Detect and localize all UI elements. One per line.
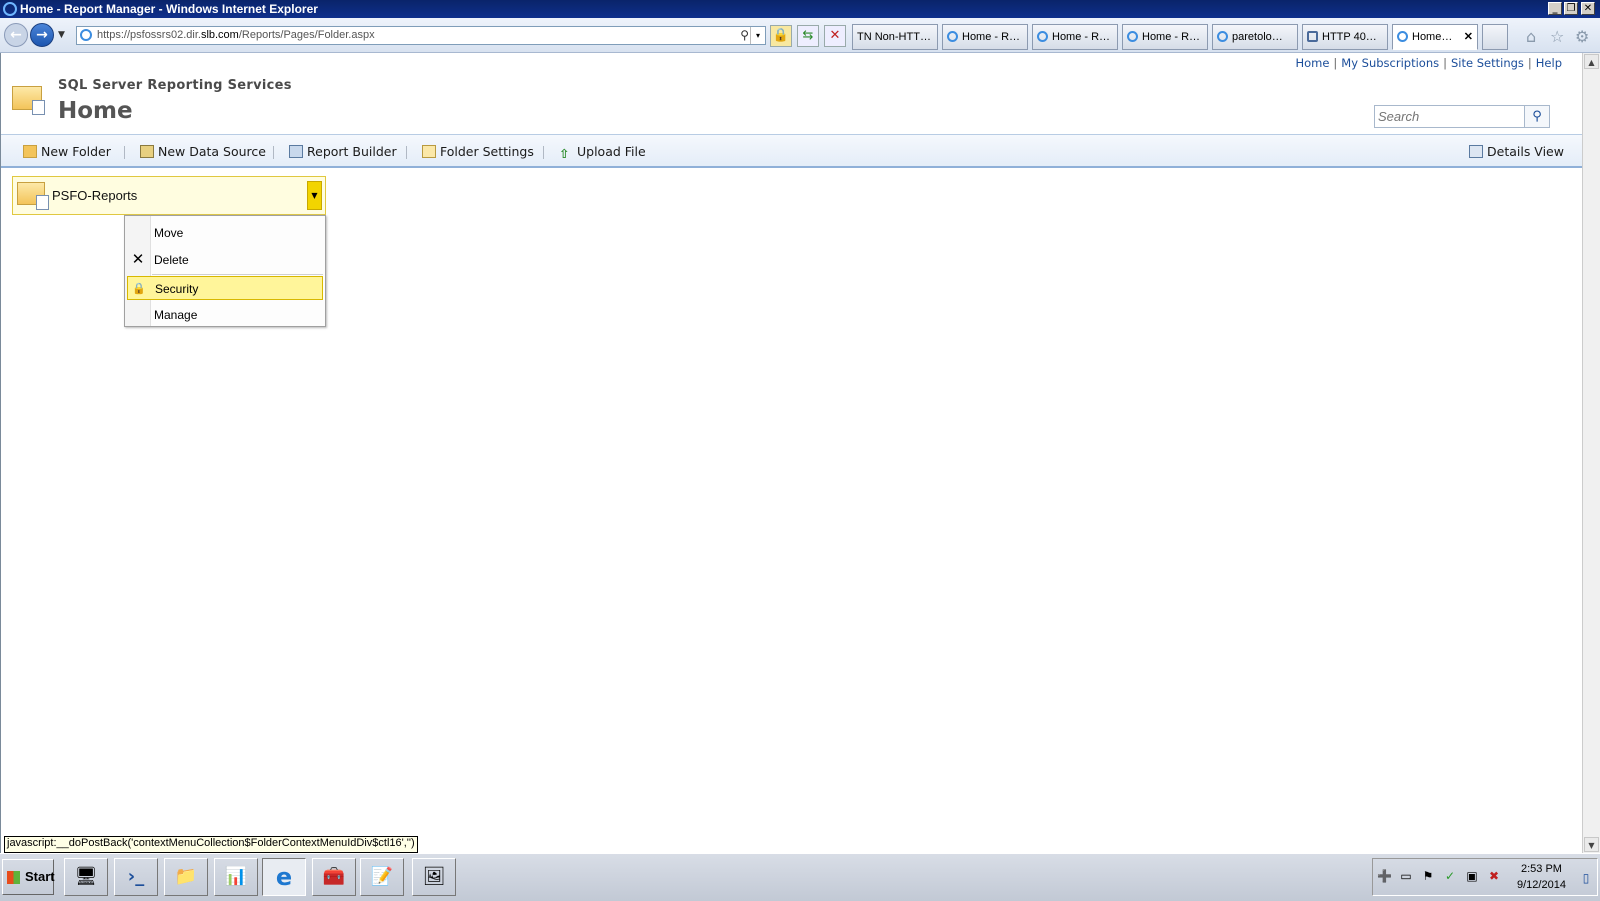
upload-arrow-icon: ⇧ — [559, 146, 570, 161]
server-manager-icon[interactable]: 🖥 — [64, 858, 108, 896]
report-builder-button[interactable]: Report Builder — [289, 144, 397, 159]
close-window-button[interactable]: ✕ — [1581, 2, 1595, 15]
global-links: Home | My Subscriptions | Site Settings | Help — [1295, 56, 1562, 70]
plus-icon[interactable]: ➕ — [1377, 869, 1392, 883]
tools-icon[interactable]: ⚙ — [1575, 27, 1589, 46]
minimize-button[interactable]: _ — [1548, 2, 1562, 15]
vertical-scrollbar[interactable]: ▲ ▼ — [1582, 53, 1600, 853]
tab-5[interactable]: paretolo… — [1212, 24, 1298, 50]
vm-icon[interactable]: ▭ — [1399, 869, 1413, 883]
tab-4[interactable]: Home - R… — [1122, 24, 1208, 50]
windows-flag-icon — [7, 871, 20, 884]
network-icon[interactable]: ▣ — [1465, 869, 1479, 883]
menu-item-move[interactable]: Move — [125, 221, 325, 245]
new-folder-button[interactable]: New Folder — [23, 144, 111, 159]
back-button[interactable]: ← — [4, 23, 28, 47]
restore-button[interactable]: ❐ — [1564, 2, 1578, 15]
details-view-icon — [1469, 145, 1483, 158]
link-help[interactable]: Help — [1536, 56, 1562, 70]
folder-report-icon — [12, 86, 45, 115]
show-desktop-icon[interactable]: ▯ — [1579, 871, 1593, 885]
scroll-down-icon[interactable]: ▼ — [1584, 837, 1599, 852]
start-button[interactable]: Start — [2, 859, 55, 895]
tab-2[interactable]: Home - R… — [942, 24, 1028, 50]
clock-time[interactable]: 2:53 PM — [1521, 863, 1562, 875]
page-title: Home — [58, 98, 133, 124]
address-bar[interactable]: https://psfossrs02.dir.slb.com/Reports/P… — [76, 26, 766, 45]
delete-icon: ✕ — [131, 251, 145, 268]
report-icon[interactable]: 📊 — [214, 858, 258, 896]
notepad-icon[interactable]: 📝 — [360, 858, 404, 896]
tab-close-icon[interactable]: ✕ — [1464, 25, 1473, 49]
clock-date[interactable]: 9/12/2014 — [1517, 879, 1566, 891]
home-icon[interactable]: ⌂ — [1526, 27, 1536, 46]
ie-page-icon — [1127, 31, 1138, 42]
favorites-icon[interactable]: ☆ — [1550, 27, 1564, 46]
folder-context-menu: Move ✕ Delete 🔒 Security Manage — [124, 215, 326, 327]
folder-item[interactable]: PSFO-Reports ▼ — [12, 176, 326, 215]
ie-page-icon — [1397, 31, 1408, 42]
powershell-icon[interactable]: ›_ — [114, 858, 158, 896]
tab-3[interactable]: Home - R… — [1032, 24, 1118, 50]
product-name: SQL Server Reporting Services — [58, 78, 292, 93]
explorer-icon[interactable]: 📁 — [164, 858, 208, 896]
internet-explorer-icon — [3, 2, 17, 16]
stop-icon[interactable]: ✕ — [824, 25, 846, 47]
window-title: Home - Report Manager - Windows Internet… — [20, 2, 318, 16]
lock-icon: 🔒 — [132, 283, 146, 295]
recent-pages-dropdown-icon[interactable]: ▼ — [58, 30, 65, 40]
new-tab-button[interactable] — [1482, 24, 1508, 50]
new-data-source-button[interactable]: New Data Source — [140, 144, 266, 159]
internet-explorer-icon[interactable]: e — [262, 858, 306, 896]
taskbar: Start 🖥 ›_ 📁 📊 e 🧰 📝 🖼 ➕ ▭ ⚑ ✓ ▣ ✖ 2:53 … — [0, 853, 1600, 901]
toolbox-icon[interactable]: 🧰 — [312, 858, 356, 896]
lock-icon[interactable]: 🔒 — [770, 25, 792, 47]
refresh-icon[interactable]: ⇆ — [797, 25, 819, 47]
folder-settings-button[interactable]: Folder Settings — [422, 144, 534, 159]
browser-toolbar: ← → ▼ https://psfossrs02.dir.slb.com/Rep… — [0, 18, 1600, 53]
data-source-icon — [140, 145, 154, 158]
address-search-icon[interactable]: ⚲ — [740, 27, 749, 44]
details-view-button[interactable]: Details View — [1469, 144, 1564, 159]
system-tray: ➕ ▭ ⚑ ✓ ▣ ✖ 2:53 PM 9/12/2014 ▯ — [1372, 858, 1598, 896]
menu-item-security[interactable]: 🔒 Security — [127, 276, 323, 300]
tab-6[interactable]: HTTP 40… — [1302, 24, 1388, 50]
search-icon[interactable]: ⚲ — [1524, 106, 1549, 127]
link-home[interactable]: Home — [1295, 56, 1329, 70]
image-viewer-icon[interactable]: 🖼 — [412, 858, 456, 896]
folder-icon — [17, 182, 49, 210]
link-site-settings[interactable]: Site Settings — [1451, 56, 1524, 70]
status-text: javascript:__doPostBack('contextMenuColl… — [4, 836, 418, 853]
command-bar: New Folder New Data Source Report Builde… — [1, 134, 1582, 168]
forward-button[interactable]: → — [30, 23, 54, 47]
scroll-up-icon[interactable]: ▲ — [1584, 54, 1599, 69]
address-url[interactable]: https://psfossrs02.dir.slb.com/Reports/P… — [97, 27, 375, 44]
http-icon — [1307, 31, 1318, 42]
flag-icon[interactable]: ⚑ — [1421, 869, 1435, 883]
page-icon — [80, 29, 92, 41]
search-input[interactable] — [1375, 106, 1525, 127]
folder-name[interactable]: PSFO-Reports — [52, 188, 137, 203]
window-title-bar[interactable]: Home - Report Manager - Windows Internet… — [0, 0, 1600, 18]
tab-1[interactable]: TN Non-HTT… — [852, 24, 938, 50]
link-my-subscriptions[interactable]: My Subscriptions — [1341, 56, 1439, 70]
search-box: ⚲ — [1374, 105, 1550, 128]
report-builder-icon — [289, 145, 303, 158]
menu-item-delete[interactable]: ✕ Delete — [125, 248, 325, 272]
address-dropdown-icon[interactable]: ▾ — [750, 27, 765, 44]
volume-muted-icon[interactable]: ✖ — [1487, 869, 1501, 883]
folder-settings-icon — [422, 145, 436, 158]
folder-menu-dropdown-icon[interactable]: ▼ — [307, 181, 322, 210]
check-icon[interactable]: ✓ — [1443, 869, 1457, 883]
tab-7-active[interactable]: Home… ✕ — [1392, 24, 1478, 50]
new-folder-icon — [23, 145, 37, 158]
menu-item-manage[interactable]: Manage — [125, 303, 325, 327]
ie-page-icon — [947, 31, 958, 42]
ie-page-icon — [1217, 31, 1228, 42]
upload-file-button[interactable]: ⇧ Upload File — [559, 144, 646, 161]
page-content — [0, 53, 1582, 853]
ie-page-icon — [1037, 31, 1048, 42]
